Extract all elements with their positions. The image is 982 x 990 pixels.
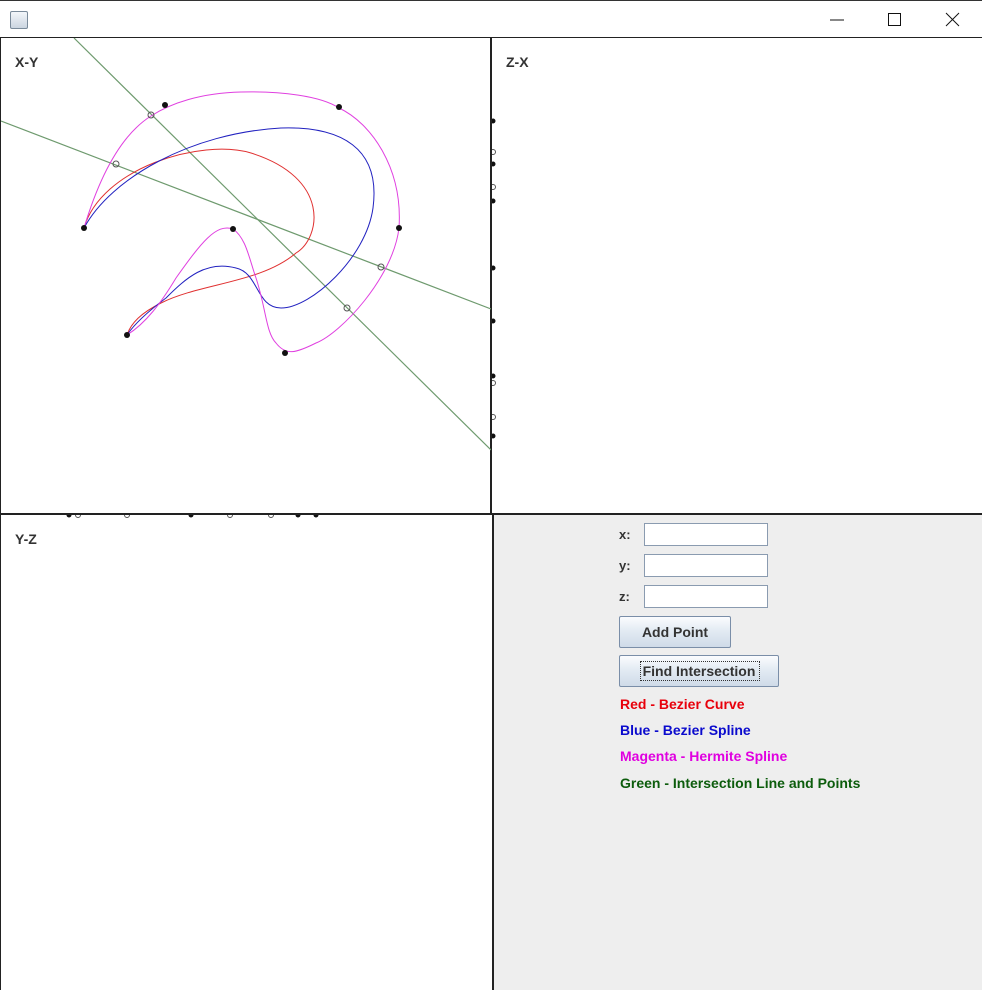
xy-plot <box>1 38 491 451</box>
control-point[interactable] <box>124 332 130 338</box>
intersection-point <box>124 515 130 518</box>
add-point-label: Add Point <box>641 624 709 640</box>
control-point[interactable] <box>336 104 342 110</box>
zx-view-panel[interactable]: Z-X <box>492 38 982 515</box>
intersection-line-1 <box>73 38 491 451</box>
maximize-icon <box>888 13 901 26</box>
intersection-point <box>492 184 496 190</box>
control-point <box>492 265 496 271</box>
z-input[interactable] <box>644 585 768 608</box>
intersection-point <box>75 515 81 518</box>
yz-plot <box>66 515 319 518</box>
control-point[interactable] <box>282 350 288 356</box>
control-point <box>492 161 496 167</box>
add-point-button[interactable]: Add Point <box>619 616 731 648</box>
zx-plot <box>492 118 496 439</box>
z-label: z: <box>619 589 630 604</box>
zx-view-label: Z-X <box>506 54 529 70</box>
control-point[interactable] <box>230 226 236 232</box>
legend-item-bezier-spline: Blue - Bezier Spline <box>620 722 751 738</box>
maximize-button[interactable] <box>866 1 924 38</box>
bezier-curve-path <box>83 148 315 336</box>
yz-view-label: Y-Z <box>15 531 37 547</box>
find-intersection-label: Find Intersection <box>642 663 756 679</box>
close-icon <box>945 12 960 27</box>
control-point <box>313 515 319 518</box>
control-point[interactable] <box>81 225 87 231</box>
intersection-point <box>227 515 233 518</box>
x-input[interactable] <box>644 523 768 546</box>
control-point <box>66 515 72 518</box>
intersection-point <box>492 149 496 155</box>
yz-view-panel[interactable]: Y-Z <box>0 515 492 990</box>
intersection-line-2 <box>1 120 491 310</box>
control-point[interactable] <box>162 102 168 108</box>
control-point <box>188 515 194 518</box>
close-button[interactable] <box>924 1 982 38</box>
control-point <box>492 373 496 379</box>
control-point <box>492 118 496 124</box>
intersection-point <box>492 380 496 386</box>
xy-view-panel[interactable]: X-Y <box>0 38 492 515</box>
minimize-icon <box>830 19 844 21</box>
minimize-button[interactable] <box>808 1 866 38</box>
xy-view-label: X-Y <box>15 54 39 70</box>
title-bar <box>0 0 982 38</box>
find-intersection-button[interactable]: Find Intersection <box>619 655 779 687</box>
intersection-point <box>492 414 496 420</box>
control-point[interactable] <box>396 225 402 231</box>
legend-item-hermite-spline: Magenta - Hermite Spline <box>620 748 788 764</box>
bezier-spline-path <box>83 127 375 336</box>
legend-item-intersection: Green - Intersection Line and Points <box>620 775 861 791</box>
control-point <box>492 318 496 324</box>
y-label: y: <box>619 558 631 573</box>
y-input[interactable] <box>644 554 768 577</box>
control-point <box>492 198 496 204</box>
intersection-point <box>268 515 274 518</box>
controls-panel: x: y: z: Add Point Find Intersection Red… <box>492 515 982 990</box>
legend-item-bezier-curve: Red - Bezier Curve <box>620 696 745 712</box>
control-point <box>492 433 496 439</box>
control-point <box>295 515 301 518</box>
java-app-icon <box>10 11 28 29</box>
x-label: x: <box>619 527 631 542</box>
